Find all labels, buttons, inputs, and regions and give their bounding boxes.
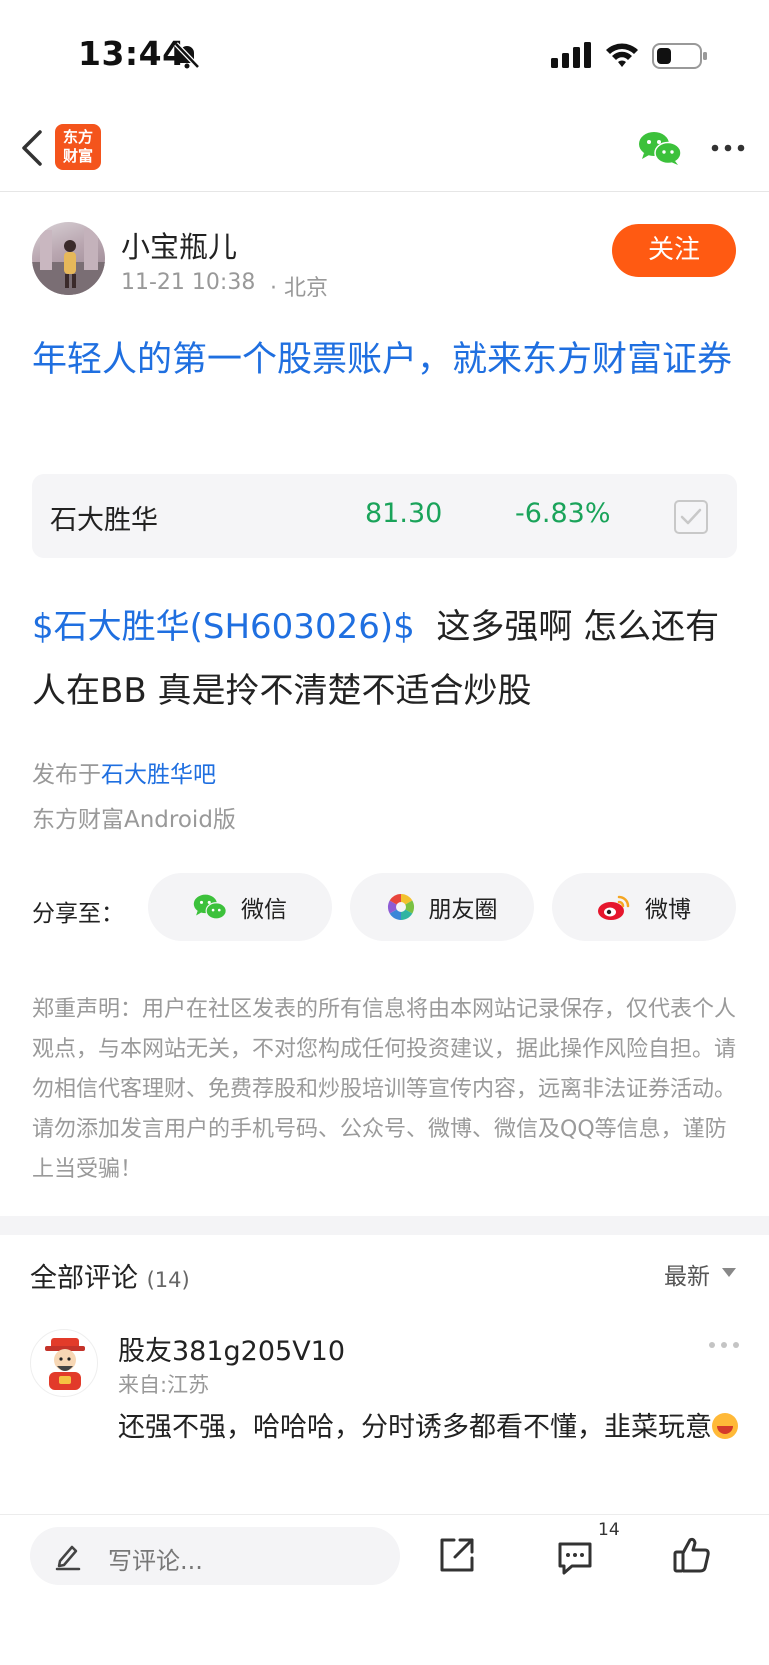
weibo-icon xyxy=(598,895,630,920)
stock-tag-link[interactable]: $石大胜华(SH603026)$ xyxy=(32,607,415,647)
stock-change: -6.83% xyxy=(515,498,611,529)
laughing-emoji-icon xyxy=(712,1413,738,1439)
share-moments-label: 朋友圈 xyxy=(428,897,498,923)
disclaimer: 郑重声明：用户在社区发表的所有信息将由本网站记录保存，仅代表个人观点，与本网站无… xyxy=(32,997,737,1182)
share-icon[interactable] xyxy=(438,1536,476,1574)
published-in: 发布于石大胜华吧 xyxy=(32,755,216,789)
comment-placeholder[interactable]: 写评论... xyxy=(108,1541,203,1576)
comment-text-body: 还强不强，哈哈哈，分时诱多都看不懂，韭菜玩意 xyxy=(118,1412,712,1443)
wechat-share-icon[interactable] xyxy=(638,130,682,166)
author-avatar[interactable] xyxy=(32,222,105,295)
stock-bar-link[interactable]: 石大胜华吧 xyxy=(101,762,216,788)
comment-more-icon[interactable] xyxy=(708,1341,740,1349)
stock-name: 石大胜华 xyxy=(50,505,158,536)
follow-button[interactable]: 关注 xyxy=(612,224,736,277)
comments-count: (14) xyxy=(146,1268,190,1292)
moments-icon xyxy=(387,893,414,921)
eastmoney-logo: 东方 财富 xyxy=(55,124,101,170)
more-icon[interactable] xyxy=(711,144,745,152)
published-prefix: 发布于 xyxy=(32,762,101,788)
comments-title: 全部评论 xyxy=(30,1263,138,1294)
bell-muted-icon xyxy=(174,42,200,69)
logo-line1: 东方 xyxy=(62,128,93,146)
caret-down-icon[interactable] xyxy=(722,1268,736,1277)
sort-dropdown[interactable]: 最新 xyxy=(664,1257,710,1291)
comment-count-badge: 14 xyxy=(598,1520,620,1540)
avatar-photo xyxy=(32,228,105,295)
client-info: 东方财富Android版 xyxy=(32,807,236,833)
status-time: 13:44 xyxy=(78,34,186,73)
stock-price: 81.30 xyxy=(365,498,443,529)
author-name[interactable]: 小宝瓶儿 xyxy=(121,224,237,266)
wechat-icon xyxy=(193,894,227,920)
section-divider xyxy=(0,1216,769,1235)
bottom-divider xyxy=(0,1514,769,1515)
share-weibo-button[interactable]: 微博 xyxy=(552,873,736,941)
commenter-name[interactable]: 股友381g205V10 xyxy=(118,1329,345,1368)
cellular-signal-icon xyxy=(551,42,591,68)
post-body: $石大胜华(SH603026)$ 这多强啊 怎么还有人在BB 真是拎不清楚不适合… xyxy=(32,595,742,723)
commenter-avatar[interactable] xyxy=(30,1329,98,1397)
pen-icon xyxy=(55,1545,81,1571)
thumbs-up-icon[interactable] xyxy=(672,1535,712,1575)
comments-header: 全部评论 (14) xyxy=(30,1256,190,1295)
share-weibo-label: 微博 xyxy=(645,897,691,923)
wifi-icon xyxy=(606,43,638,67)
back-icon[interactable] xyxy=(18,128,46,168)
post-location: · 北京 xyxy=(270,276,328,301)
share-wechat-button[interactable]: 微信 xyxy=(148,873,332,941)
logo-line2: 财富 xyxy=(62,147,93,165)
share-label: 分享至： xyxy=(32,901,124,927)
battery-icon xyxy=(652,43,707,69)
comment-text: 还强不强，哈哈哈，分时诱多都看不懂，韭菜玩意 xyxy=(118,1404,742,1452)
share-moments-button[interactable]: 朋友圈 xyxy=(350,873,534,941)
comment-input[interactable] xyxy=(30,1527,400,1585)
post-title[interactable]: 年轻人的第一个股票账户，就来东方财富证券 xyxy=(32,332,742,388)
commenter-location: 来自:江苏 xyxy=(118,1373,210,1397)
avatar-caishen xyxy=(45,1338,85,1390)
check-icon xyxy=(680,508,702,525)
nav-divider xyxy=(0,191,769,192)
post-time: 11-21 10:38 xyxy=(121,270,256,295)
add-watchlist-checkbox[interactable] xyxy=(674,500,708,534)
comment-icon[interactable] xyxy=(556,1538,594,1576)
share-wechat-label: 微信 xyxy=(241,897,287,923)
